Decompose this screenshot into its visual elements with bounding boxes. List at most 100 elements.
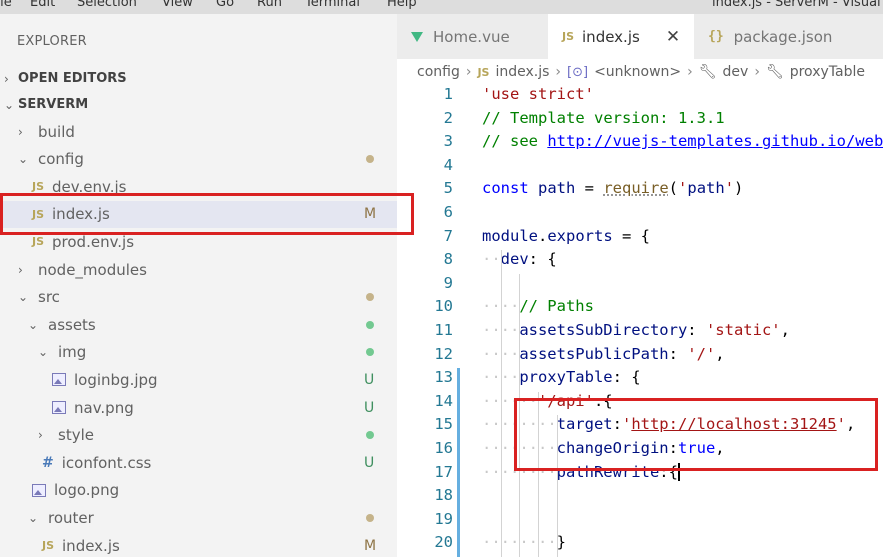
menu-edit[interactable]: Edit <box>30 0 55 10</box>
chevron-right-icon: › <box>38 428 43 443</box>
tree-item-style[interactable]: › style <box>0 422 397 449</box>
code-text: module.exports = { <box>482 226 650 245</box>
tree-item-label: dev.env.js <box>52 177 127 196</box>
git-status-dot <box>366 155 374 164</box>
chevron-down-icon: ⌄ <box>4 97 15 112</box>
git-status-dot <box>366 320 374 329</box>
menu-selection[interactable]: Selection <box>77 0 137 10</box>
tree-item-label: logo.png <box>54 481 120 500</box>
vue-icon <box>411 31 423 42</box>
tree-item-label: nav.png <box>74 398 134 417</box>
close-icon[interactable]: ✕ <box>666 27 680 47</box>
text-cursor <box>677 463 680 482</box>
menu-terminal[interactable]: Terminal <box>305 0 360 10</box>
tree-item-label: iconfont.css <box>61 453 152 472</box>
tree-item-config[interactable]: ⌄ config <box>0 146 397 173</box>
js-icon: JS <box>32 207 45 221</box>
indent-guide <box>500 250 502 557</box>
css-icon: # <box>42 454 54 471</box>
chevron-down-icon: ⌄ <box>18 152 29 167</box>
git-status-badge: U <box>364 399 375 416</box>
tab-package-json[interactable]: {} package.json <box>694 14 883 59</box>
line-number: 4 <box>443 155 453 174</box>
chevron-down-icon: ⌄ <box>18 290 29 305</box>
code-line: 13 ···· proxyTable: { <box>397 368 883 392</box>
code-line: 14 ······ '/api':{ <box>397 392 883 416</box>
tree-item-build[interactable]: › build <box>0 118 397 145</box>
menu-help[interactable]: Help <box>387 0 417 10</box>
tree-item-iconfont-css[interactable]: # iconfont.css U <box>0 449 397 476</box>
code-line: 2 // Template version: 1.3.1 <box>397 109 883 133</box>
menu-go[interactable]: Go <box>216 0 234 10</box>
open-editors-section[interactable]: › OPEN EDITORS <box>0 65 397 92</box>
tree-item-label: assets <box>48 315 96 334</box>
image-icon <box>52 401 66 414</box>
symbol-icon: [⊙] <box>567 64 589 80</box>
code-text: } <box>556 533 566 552</box>
breadcrumb-dev[interactable]: dev <box>723 64 749 80</box>
project-label: SERVERM <box>18 97 89 112</box>
wrench-icon: 🔧︎ <box>698 64 717 80</box>
git-status-dot <box>366 348 374 357</box>
breadcrumb-proxytable[interactable]: proxyTable <box>790 64 865 80</box>
code-line: 11 ···· assetsSubDirectory: 'static', <box>397 321 883 345</box>
code-line: 15 ········ target:'http://localhost:31245… <box>397 415 883 439</box>
line-number: 15 <box>434 415 453 434</box>
json-icon: {} <box>708 29 724 44</box>
tree-item-loginbg-jpg[interactable]: loginbg.jpg U <box>0 366 397 393</box>
tree-item-router[interactable]: ⌄ router <box>0 504 397 531</box>
tree-item-prod-env-js[interactable]: JS prod.env.js <box>0 228 397 255</box>
code-line: 3 // see http://vuejs-templates.github.io… <box>397 132 883 156</box>
tree-item-label: router <box>48 508 94 527</box>
code-line: 8 ·· dev: { <box>397 250 883 274</box>
code-editor[interactable]: 1 'use strict' 2 // Template version: 1.3.1… <box>397 85 883 557</box>
tree-item-img[interactable]: ⌄ img <box>0 339 397 366</box>
whitespace-dots: ·· <box>482 250 501 269</box>
chevron-right-icon: › <box>4 71 9 86</box>
git-status-dot <box>366 293 374 302</box>
chevron-down-icon: ⌄ <box>28 317 39 332</box>
project-section[interactable]: ⌄ SERVERM <box>0 91 397 118</box>
code-text: target:'http://localhost:31245', <box>556 415 856 434</box>
tree-item-assets[interactable]: ⌄ assets <box>0 311 397 338</box>
explorer-sidebar: EXPLORER › OPEN EDITORS ⌄ SERVERM › build… <box>0 14 397 557</box>
tree-item-index-js[interactable]: JS index.js M <box>0 200 397 228</box>
line-number: 13 <box>434 368 453 387</box>
menu-file[interactable]: File <box>0 0 12 10</box>
image-icon <box>52 373 66 387</box>
code-text: assetsSubDirectory: 'static', <box>519 321 790 339</box>
tab-index-js[interactable]: JS index.js ✕ <box>548 14 694 59</box>
tree-item-label: index.js <box>52 205 110 224</box>
tree-item-dev-env-js[interactable]: JS dev.env.js <box>0 173 397 200</box>
js-icon: JS <box>477 65 490 79</box>
breadcrumb-file[interactable]: index.js <box>495 64 549 80</box>
tree-item-logo-png[interactable]: logo.png <box>0 477 397 504</box>
line-number: 10 <box>434 297 453 316</box>
code-line: 1 'use strict' <box>397 85 883 109</box>
line-number: 7 <box>443 226 453 245</box>
tab-label: package.json <box>733 27 833 46</box>
tree-item-label: style <box>58 426 94 445</box>
tree-item-src[interactable]: ⌄ src <box>0 284 397 311</box>
code-line: 9 <box>397 274 883 298</box>
js-icon: JS <box>42 539 55 552</box>
breadcrumb: config › JS index.js › [⊙] <unknown> › 🔧… <box>397 59 883 85</box>
code-line: 6 <box>397 203 883 227</box>
tree-item-label: src <box>38 288 60 307</box>
tab-home-vue[interactable]: Home.vue <box>397 14 548 59</box>
code-text: changeOrigin:true, <box>556 439 725 457</box>
code-text: // Paths <box>519 297 594 316</box>
open-editors-label: OPEN EDITORS <box>18 71 127 86</box>
whitespace-dots: ······ <box>482 391 538 410</box>
tree-item-nav-png[interactable]: nav.png U <box>0 394 397 421</box>
code-line: 18 <box>397 486 883 510</box>
code-line: 19 <box>397 510 883 534</box>
code-text: assetsPublicPath: '/', <box>519 344 725 363</box>
menu-view[interactable]: View <box>162 0 193 10</box>
menu-run[interactable]: Run <box>257 0 282 10</box>
tree-item-index-js[interactable]: JS index.js M <box>0 532 397 557</box>
breadcrumb-config[interactable]: config <box>417 64 460 80</box>
line-number: 19 <box>434 509 453 528</box>
breadcrumb-symbol[interactable]: <unknown> <box>594 64 681 80</box>
tree-item-node-modules[interactable]: › node_modules <box>0 256 397 283</box>
